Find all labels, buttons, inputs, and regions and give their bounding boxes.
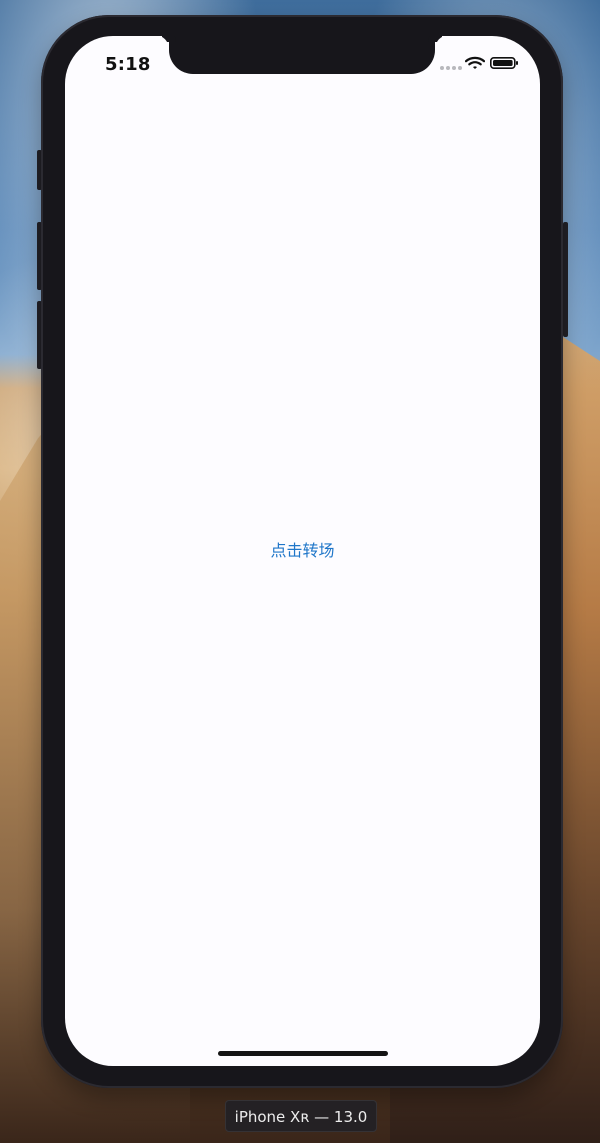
simulator-device-label: iPhone Xʀ — 13.0 [225,1100,377,1132]
signal-dot [446,66,450,70]
wifi-icon [465,56,485,69]
signal-dot [458,66,462,70]
device-notch [169,36,435,74]
battery-icon [490,57,518,69]
simulator-screen: 5:18 点击转场 [65,36,540,1066]
side-power-button [563,222,568,337]
signal-dot [440,66,444,70]
cellular-signal-icon [440,66,462,70]
transition-link[interactable]: 点击转场 [65,541,540,561]
home-indicator [218,1051,388,1056]
signal-dot [452,66,456,70]
status-bar-time: 5:18 [105,54,151,75]
